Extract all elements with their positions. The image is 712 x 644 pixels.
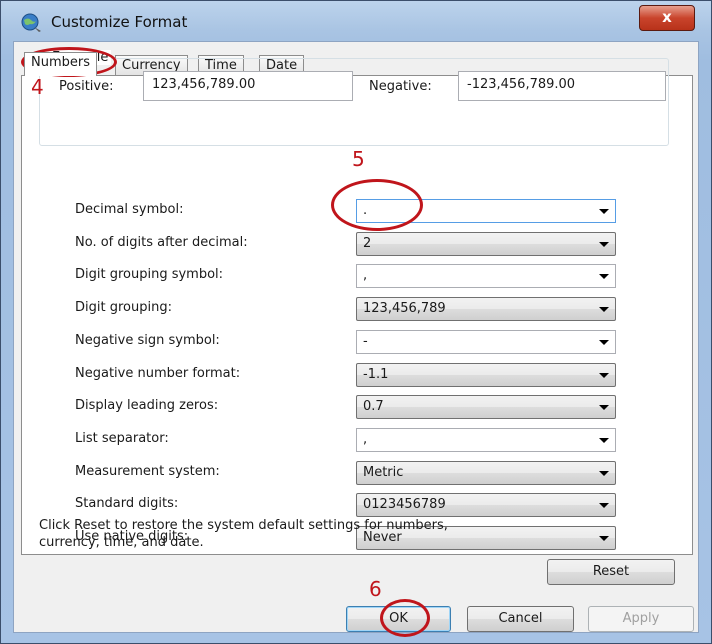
setting-combobox[interactable]: Metric (356, 461, 616, 485)
annotation-step-5: 5 (352, 147, 365, 171)
globe-icon (21, 13, 41, 32)
setting-value: - (363, 334, 368, 349)
setting-label: Display leading zeros: (75, 398, 219, 413)
chevron-down-icon[interactable] (599, 405, 609, 410)
chevron-down-icon[interactable] (599, 340, 609, 345)
chevron-down-icon[interactable] (599, 209, 609, 214)
annotation-ring-ok (380, 599, 430, 637)
chevron-down-icon[interactable] (599, 274, 609, 279)
window-title: Customize Format (51, 13, 188, 31)
setting-label: Digit grouping symbol: (75, 267, 224, 282)
cancel-button[interactable]: Cancel (467, 606, 574, 632)
negative-example-value: -123,456,789.00 (467, 77, 576, 92)
cancel-button-label: Cancel (498, 611, 543, 626)
setting-value: Metric (363, 465, 404, 480)
positive-label: Positive: (59, 79, 114, 94)
positive-example-value: 123,456,789.00 (152, 77, 256, 92)
apply-button[interactable]: Apply (588, 606, 694, 632)
chevron-down-icon[interactable] (599, 503, 609, 508)
annotation-step-6: 6 (369, 577, 382, 601)
setting-value: -1.1 (363, 367, 389, 382)
setting-label: Negative number format: (75, 366, 241, 381)
setting-value: 2 (363, 236, 372, 251)
setting-combobox[interactable]: 123,456,789 (356, 297, 616, 321)
setting-combobox[interactable]: 2 (356, 232, 616, 256)
setting-label: No. of digits after decimal: (75, 235, 248, 250)
setting-label: Decimal symbol: (75, 202, 184, 217)
reset-note: Click Reset to restore the system defaul… (39, 518, 448, 550)
annotation-step-4: 4 (31, 75, 44, 99)
setting-value: 123,456,789 (363, 301, 446, 316)
dialog-window: Customize Format x Numbers Currency Time… (0, 0, 712, 644)
chevron-down-icon[interactable] (599, 242, 609, 247)
setting-value: , (363, 432, 368, 447)
close-icon: x (662, 8, 672, 26)
setting-combobox[interactable]: 0.7 (356, 395, 616, 419)
setting-label: List separator: (75, 431, 169, 446)
setting-combobox[interactable]: , (356, 428, 616, 452)
positive-example-field: 123,456,789.00 (143, 71, 353, 101)
title-bar[interactable]: Customize Format x (1, 1, 712, 41)
chevron-down-icon[interactable] (599, 536, 609, 541)
chevron-down-icon[interactable] (599, 307, 609, 312)
setting-combobox[interactable]: - (356, 330, 616, 354)
setting-label: Measurement system: (75, 464, 220, 479)
setting-value: 0123456789 (363, 497, 446, 512)
chevron-down-icon[interactable] (599, 373, 609, 378)
annotation-ring-decimal (331, 179, 423, 231)
tab-numbers[interactable]: Numbers (24, 52, 97, 76)
tab-label: Numbers (31, 55, 90, 70)
apply-button-label: Apply (622, 611, 660, 626)
setting-combobox[interactable]: , (356, 264, 616, 288)
chevron-down-icon[interactable] (599, 438, 609, 443)
negative-label: Negative: (369, 79, 432, 94)
setting-label: Digit grouping: (75, 300, 172, 315)
setting-combobox[interactable]: -1.1 (356, 363, 616, 387)
setting-combobox[interactable]: 0123456789 (356, 493, 616, 517)
setting-value: , (363, 268, 368, 283)
reset-button-label: Reset (592, 564, 630, 579)
setting-value: 0.7 (363, 399, 384, 414)
close-button[interactable]: x (639, 5, 695, 31)
negative-example-field: -123,456,789.00 (458, 71, 666, 101)
setting-label: Standard digits: (75, 496, 179, 511)
setting-label: Negative sign symbol: (75, 333, 220, 348)
reset-button[interactable]: Reset (547, 559, 675, 585)
chevron-down-icon[interactable] (599, 471, 609, 476)
